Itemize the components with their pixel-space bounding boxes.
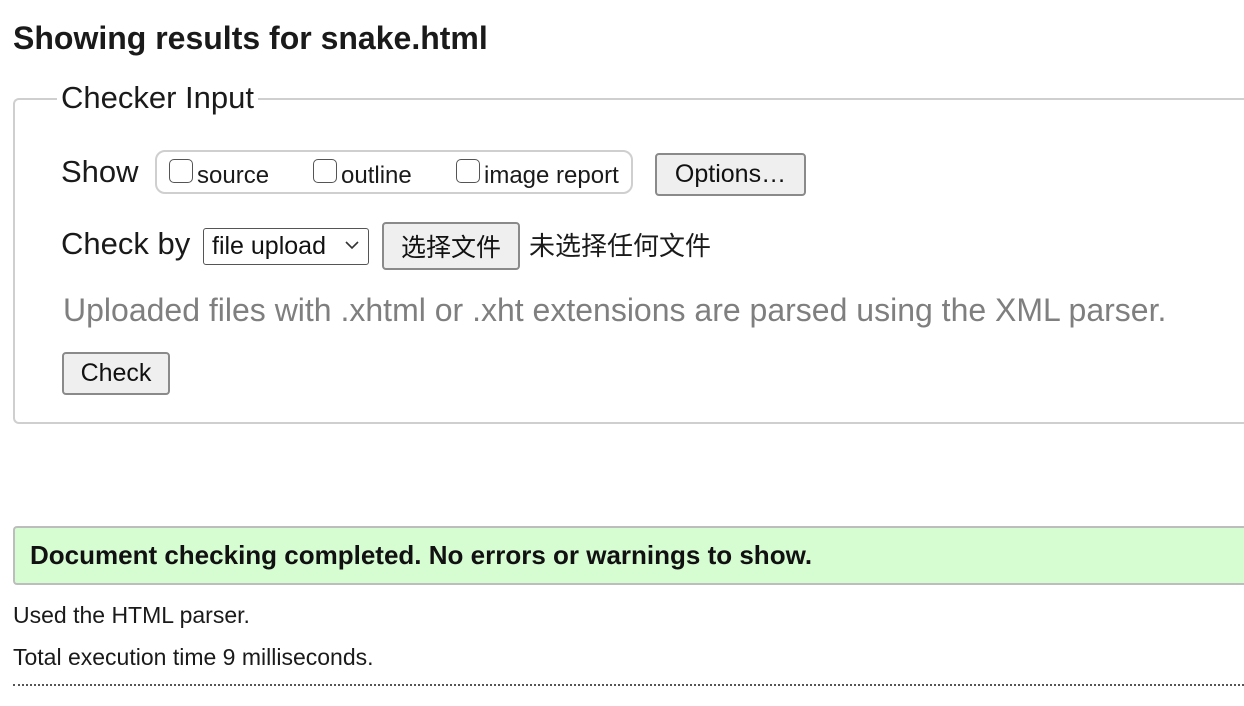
show-source-option[interactable]: source: [169, 156, 269, 192]
choose-file-button[interactable]: 选择文件: [382, 222, 520, 270]
image-report-checkbox-label: image report: [484, 162, 619, 189]
validator-page: Showing results for snake.html Checker I…: [0, 0, 1244, 706]
no-file-chosen-text: 未选择任何文件: [529, 231, 712, 261]
source-checkbox-label: source: [197, 162, 270, 189]
options-button[interactable]: Options…: [655, 153, 806, 196]
outline-checkbox-label: outline: [341, 162, 412, 189]
parser-info: Used the HTML parser.: [13, 602, 250, 628]
checker-input-legend: Checker Input: [57, 78, 258, 118]
xml-parser-hint: Uploaded files with .xhtml or .xht exten…: [63, 292, 1167, 328]
show-options-group: source outline image report: [155, 150, 633, 194]
status-message: Document checking completed. No errors o…: [13, 526, 1244, 585]
show-label: Show: [61, 154, 139, 189]
show-outline-option[interactable]: outline: [313, 156, 412, 192]
page-title: Showing results for snake.html: [13, 20, 488, 56]
execution-time: Total execution time 9 milliseconds.: [13, 644, 374, 670]
source-checkbox[interactable]: [169, 159, 193, 183]
check-by-select-value: file upload: [212, 232, 326, 260]
check-button[interactable]: Check: [62, 352, 170, 395]
show-image-report-option[interactable]: image report: [456, 156, 619, 192]
chevron-down-icon: [345, 241, 359, 250]
check-by-label: Check by: [61, 226, 191, 261]
checker-input-fieldset: Checker Input Show source outline image …: [13, 78, 1244, 424]
dotted-divider: [13, 684, 1244, 686]
image-report-checkbox[interactable]: [456, 159, 480, 183]
outline-checkbox[interactable]: [313, 159, 337, 183]
check-by-select[interactable]: file upload: [203, 228, 369, 265]
